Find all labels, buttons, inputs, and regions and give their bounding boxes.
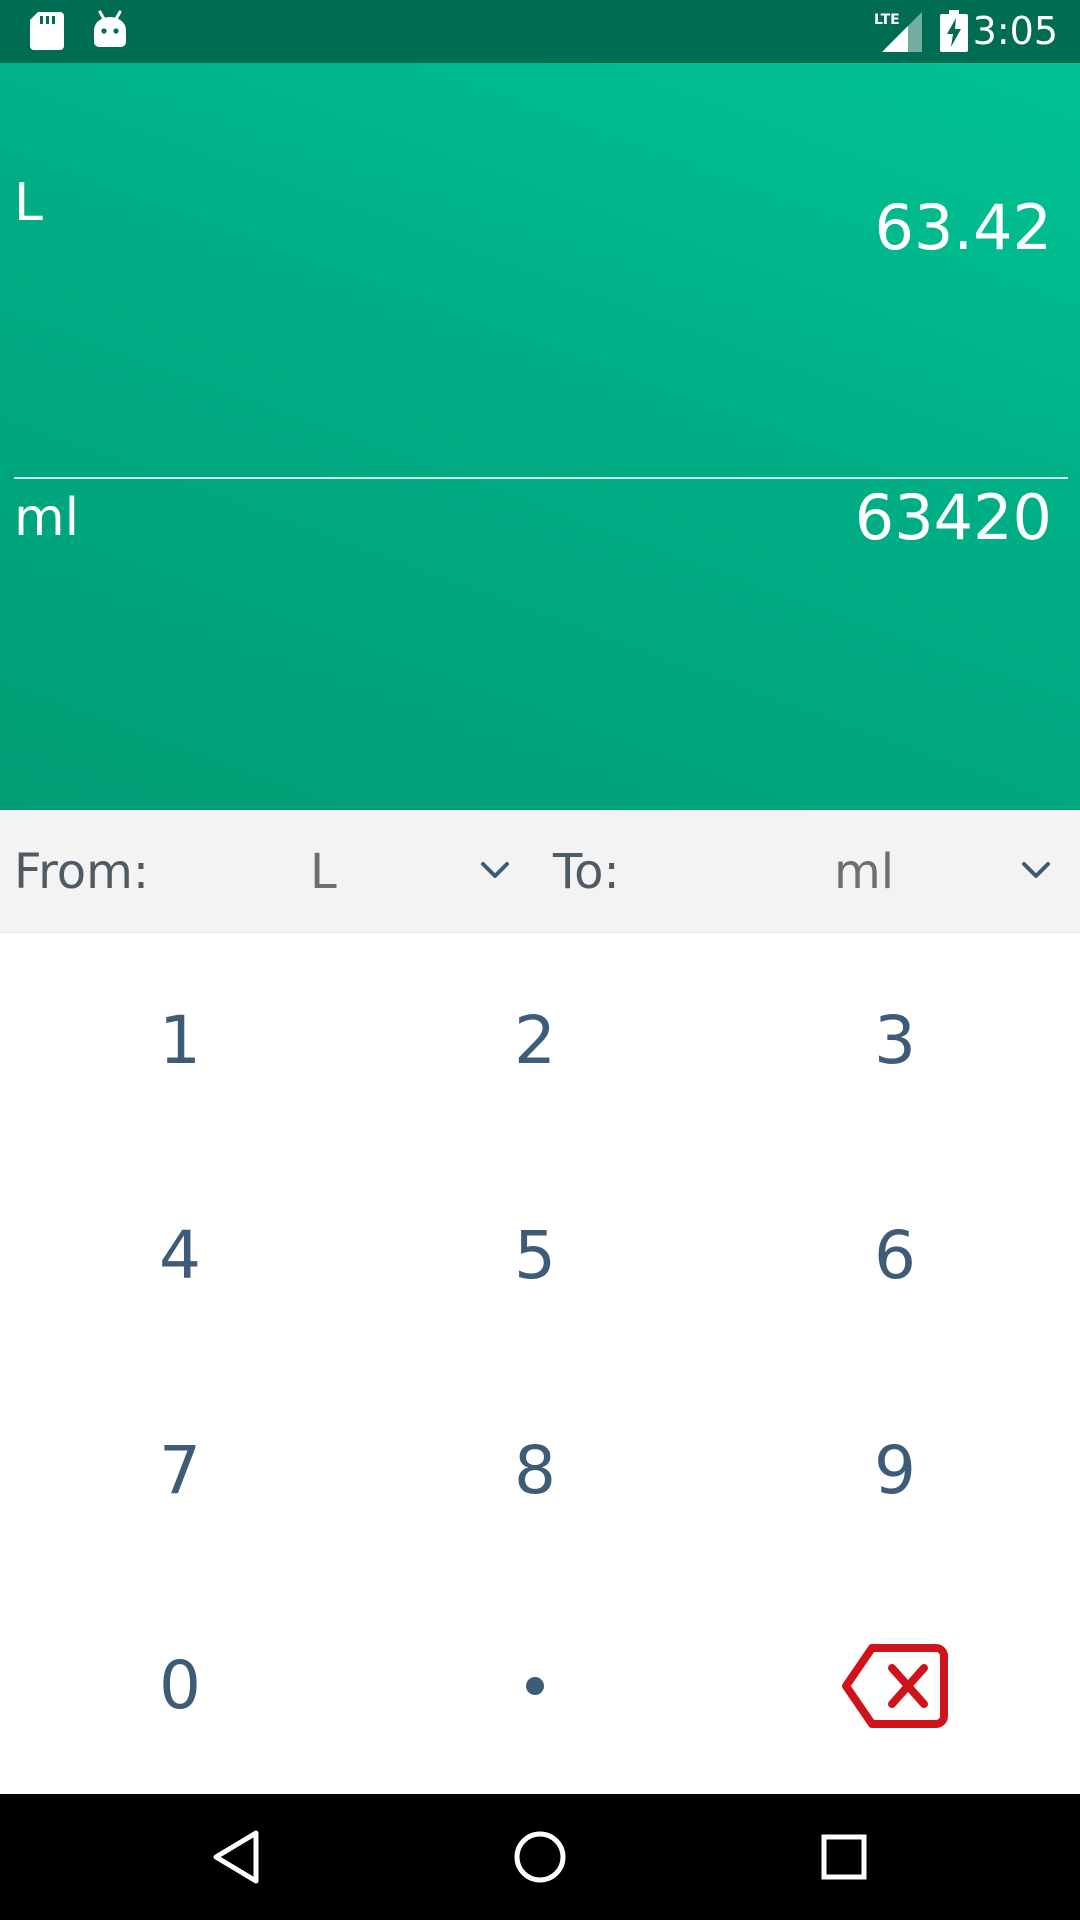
to-unit-label: ml bbox=[14, 488, 80, 548]
key-label: 0 bbox=[159, 1647, 201, 1724]
android-icon bbox=[94, 10, 126, 47]
to-unit-dropdown[interactable]: ml bbox=[834, 844, 894, 900]
key-label: 8 bbox=[514, 1432, 556, 1509]
key-5[interactable]: 5 bbox=[355, 1148, 715, 1363]
key-8[interactable]: 8 bbox=[355, 1363, 715, 1578]
from-label: From: bbox=[14, 844, 150, 900]
key-label: 1 bbox=[159, 1002, 201, 1079]
to-value-output: 63420 bbox=[854, 481, 1052, 554]
key-1[interactable]: 1 bbox=[0, 933, 360, 1148]
home-icon[interactable] bbox=[504, 1821, 576, 1893]
sd-card-icon bbox=[30, 12, 64, 50]
key-9[interactable]: 9 bbox=[715, 1363, 1075, 1578]
svg-text:LTE: LTE bbox=[874, 12, 900, 28]
converter-screen: LTE 3:05 L 63.42 ml 63420 From: L To: ml… bbox=[0, 0, 1080, 1920]
key-label: 4 bbox=[159, 1217, 201, 1294]
battery-charging-icon bbox=[940, 10, 968, 52]
backspace-button[interactable] bbox=[715, 1578, 1075, 1793]
navigation-bar bbox=[0, 1794, 1080, 1920]
conversion-display: L 63.42 ml 63420 bbox=[0, 63, 1080, 810]
backspace-icon bbox=[842, 1643, 948, 1728]
key-label: 5 bbox=[514, 1217, 556, 1294]
status-time: 3:05 bbox=[972, 9, 1058, 53]
from-unit-dropdown[interactable]: L bbox=[310, 844, 337, 900]
unit-selector-row: From: L To: ml bbox=[0, 810, 1080, 933]
key-6[interactable]: 6 bbox=[715, 1148, 1075, 1363]
key-4[interactable]: 4 bbox=[0, 1148, 360, 1363]
to-label: To: bbox=[553, 844, 620, 900]
status-bar: LTE 3:05 bbox=[0, 0, 1080, 63]
key-label: 2 bbox=[514, 1002, 556, 1079]
key-decimal[interactable] bbox=[355, 1578, 715, 1793]
from-unit-label: L bbox=[14, 173, 43, 233]
key-label: 7 bbox=[159, 1432, 201, 1509]
key-0[interactable]: 0 bbox=[0, 1578, 360, 1793]
keypad: 1 2 3 4 5 6 7 8 9 0 bbox=[0, 933, 1080, 1794]
back-icon[interactable] bbox=[200, 1821, 272, 1893]
key-label: 6 bbox=[874, 1217, 916, 1294]
key-3[interactable]: 3 bbox=[715, 933, 1075, 1148]
chevron-down-icon[interactable] bbox=[1016, 856, 1056, 886]
from-value-input[interactable]: 63.42 bbox=[875, 193, 1053, 263]
lte-signal-icon: LTE bbox=[874, 12, 922, 52]
decimal-point-icon bbox=[526, 1676, 544, 1695]
display-divider bbox=[14, 477, 1068, 479]
key-2[interactable]: 2 bbox=[355, 933, 715, 1148]
chevron-down-icon[interactable] bbox=[475, 856, 515, 886]
recents-icon[interactable] bbox=[808, 1821, 880, 1893]
key-label: 9 bbox=[874, 1432, 916, 1509]
key-7[interactable]: 7 bbox=[0, 1363, 360, 1578]
key-label: 3 bbox=[874, 1002, 916, 1079]
